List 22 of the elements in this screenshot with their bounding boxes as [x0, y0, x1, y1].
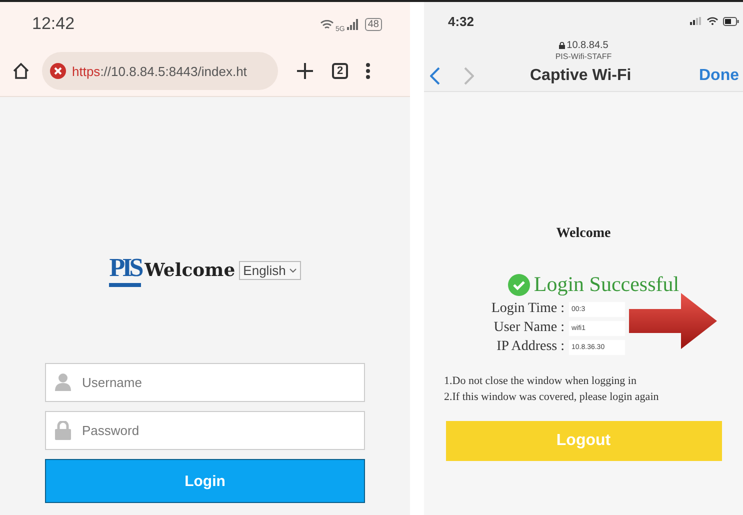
- info-label: IP Address :: [496, 339, 564, 355]
- battery-level: 48: [364, 18, 382, 30]
- login-status: Login Successful: [534, 272, 680, 297]
- note-text: 2.If this window was covered, please login again: [444, 390, 659, 405]
- welcome-title: Welcome: [144, 260, 236, 280]
- info-label: Login Time :: [490, 301, 564, 317]
- password-field[interactable]: Password: [45, 411, 365, 450]
- note-text: 1.Do not close the window when logging in: [444, 374, 638, 389]
- language-select[interactable]: English: [239, 260, 301, 280]
- page-title: Captive Wi-Fi: [530, 67, 632, 85]
- tab-count-button[interactable]: 2: [332, 63, 348, 79]
- info-label: User Name :: [492, 320, 564, 336]
- clock-time: 12:42: [32, 14, 75, 34]
- welcome-heading: Welcome: [556, 226, 611, 242]
- url-text: https://10.8.84.5:8443/index.ht: [72, 64, 247, 78]
- address-bar[interactable]: https://10.8.84.5:8443/index.ht: [42, 52, 278, 90]
- network-name: PIS-Wifi-STAFF: [555, 52, 612, 61]
- clock-time: 4:32: [448, 14, 474, 28]
- username-field[interactable]: Username: [45, 363, 365, 402]
- done-button[interactable]: Done: [699, 67, 739, 85]
- logo: PIS: [109, 253, 141, 287]
- page-address: 10.8.84.5: [566, 40, 608, 51]
